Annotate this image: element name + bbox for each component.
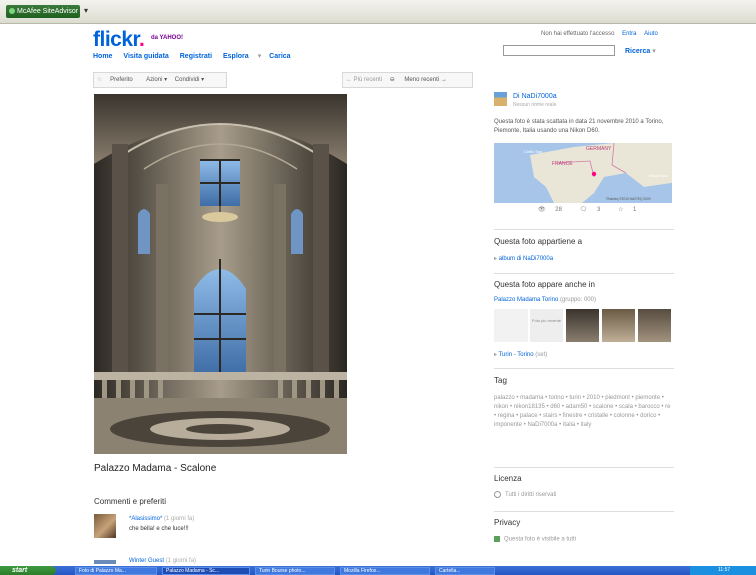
browser-toolbar: McAfee SiteAdvisor ▾: [0, 0, 756, 24]
login-link[interactable]: Entra: [622, 31, 636, 37]
privacy-text: Questa foto è visibile a tutti: [494, 536, 576, 543]
eye-icon: 👁: [538, 207, 546, 213]
comment-text: che bella! e che luce!!!: [129, 526, 189, 532]
comment-author-link[interactable]: *Alasissimo*: [129, 516, 162, 522]
siteadvisor-dropdown[interactable]: ▾: [84, 6, 88, 15]
photo-title: Palazzo Madama - Scalone: [94, 463, 217, 474]
faves-count: ☆ 1: [617, 207, 637, 213]
tag-list[interactable]: palazzo • madama • torino • turin • 2010…: [494, 394, 674, 430]
mcafee-siteadvisor-button[interactable]: McAfee SiteAdvisor: [6, 5, 80, 18]
photostream-pager: ← Più recenti ⊖ Meno recenti →: [342, 72, 473, 88]
license-heading: Licenza: [494, 474, 522, 483]
comment-icon: 🗨: [579, 207, 588, 213]
views-count: 👁 28: [538, 207, 562, 213]
star-icon: ☆: [617, 207, 624, 213]
avatar[interactable]: [94, 514, 116, 538]
appears-heading: Questa foto appare anche in: [494, 280, 595, 289]
photo-stats: 👁 28 🗨 3 ☆ 1: [538, 206, 652, 213]
zoom-icon[interactable]: ⊖: [390, 77, 395, 83]
tags-heading: Tag: [494, 376, 507, 385]
taskbar-item[interactable]: Mozilla Firefox...: [340, 567, 430, 575]
taskbar-item[interactable]: Turin Bourse photo...: [255, 567, 335, 575]
search-button[interactable]: Ricerca ▾: [625, 47, 656, 55]
context-thumb[interactable]: [494, 309, 528, 342]
photo-actions-bar: ☆ Preferito Azioni ▾ Condividi ▾: [93, 72, 227, 88]
actions-menu[interactable]: Azioni ▾: [146, 77, 167, 83]
nav-explore[interactable]: Esplora: [223, 53, 249, 60]
divider: [494, 229, 674, 230]
divider: [494, 511, 674, 512]
context-thumb[interactable]: [602, 309, 635, 342]
map-label: FRANCE: [552, 161, 573, 167]
system-tray: 11:57: [690, 566, 756, 575]
clock: 11:57: [718, 567, 731, 573]
comment-author: Winter Guest (1 giorni fa): [129, 558, 197, 564]
license-text[interactable]: Tutti i diritti riservati: [494, 491, 556, 498]
set-link[interactable]: ▸ Turin - Torino (set): [494, 351, 547, 358]
start-button[interactable]: start: [0, 566, 56, 575]
map-label: Black Sea: [649, 173, 668, 178]
taskbar-item[interactable]: Foto di Palazzo Ma...: [75, 567, 157, 575]
map-label: GERMANY: [586, 146, 612, 152]
divider: [494, 368, 674, 369]
favorite-button[interactable]: ☆ Preferito: [97, 77, 139, 83]
mcafee-icon: [9, 8, 15, 15]
chevron-down-icon: ▾: [652, 48, 656, 55]
comment-author-link[interactable]: Winter Guest: [129, 558, 164, 564]
photo-taken-info: Questa foto è stata scattata in data 21 …: [494, 119, 664, 134]
avatar[interactable]: [94, 560, 116, 564]
comments-count: 🗨 3: [579, 207, 601, 213]
map-label: Celtic Sea: [524, 149, 543, 154]
signin-status: Non hai effettuato l'accesso: [541, 31, 615, 37]
main-nav: Home Visita guidata Registrati Esplora ▾ …: [93, 52, 300, 60]
taskbar-item[interactable]: Cartella...: [435, 567, 495, 575]
prev-photo-link[interactable]: ← Più recenti: [346, 77, 382, 83]
owner-line: Di NaDi7000a: [513, 93, 557, 100]
public-icon: [494, 536, 500, 542]
context-thumb[interactable]: [638, 309, 671, 342]
comment-author: *Alasissimo* (1 giorni fa): [129, 516, 195, 522]
privacy-heading: Privacy: [494, 518, 521, 527]
divider: [494, 467, 674, 468]
search-input[interactable]: [503, 45, 615, 56]
nav-signup[interactable]: Registrati: [180, 53, 212, 60]
taskbar-item[interactable]: Palazzo Madama - Sc...: [162, 567, 250, 575]
map-credit: ©Navteq ©2010 NAVTEQ 2009: [606, 197, 651, 201]
yahoo-logo: da YAHOO!: [151, 35, 184, 41]
location-map[interactable]: GERMANY FRANCE Celtic Sea Black Sea ©Nav…: [494, 143, 672, 203]
account-links: Non hai effettuato l'accesso Entra Aiuto: [541, 31, 658, 37]
owner-link[interactable]: NaDi7000a: [522, 93, 557, 100]
chevron-down-icon[interactable]: ▾: [258, 53, 262, 60]
divider: [494, 273, 674, 274]
latest-photo-placeholder[interactable]: Foto più recente: [530, 309, 563, 342]
nav-home[interactable]: Home: [93, 53, 112, 60]
flickr-logo[interactable]: flickr.: [93, 29, 145, 51]
album-link[interactable]: ▸ album di NaDi7000a: [494, 255, 553, 262]
comments-heading: Commenti e preferiti: [94, 497, 167, 506]
nav-upload[interactable]: Carica: [269, 53, 290, 60]
help-link[interactable]: Aiuto: [644, 31, 658, 37]
share-menu[interactable]: Condividi ▾: [175, 77, 204, 83]
copyright-icon: [494, 491, 501, 498]
belongs-heading: Questa foto appartiene a: [494, 237, 583, 246]
owner-buddy-icon[interactable]: [494, 92, 507, 106]
next-photo-link[interactable]: Meno recenti →: [404, 77, 446, 83]
star-icon: ☆: [97, 77, 103, 83]
group-link[interactable]: Palazzo Madama Torino (gruppo: 000): [494, 297, 596, 303]
main-photo[interactable]: [94, 94, 347, 454]
owner-realname: Nessun nome reale: [513, 102, 557, 108]
nav-tour[interactable]: Visita guidata: [123, 53, 168, 60]
context-thumb[interactable]: [566, 309, 599, 342]
